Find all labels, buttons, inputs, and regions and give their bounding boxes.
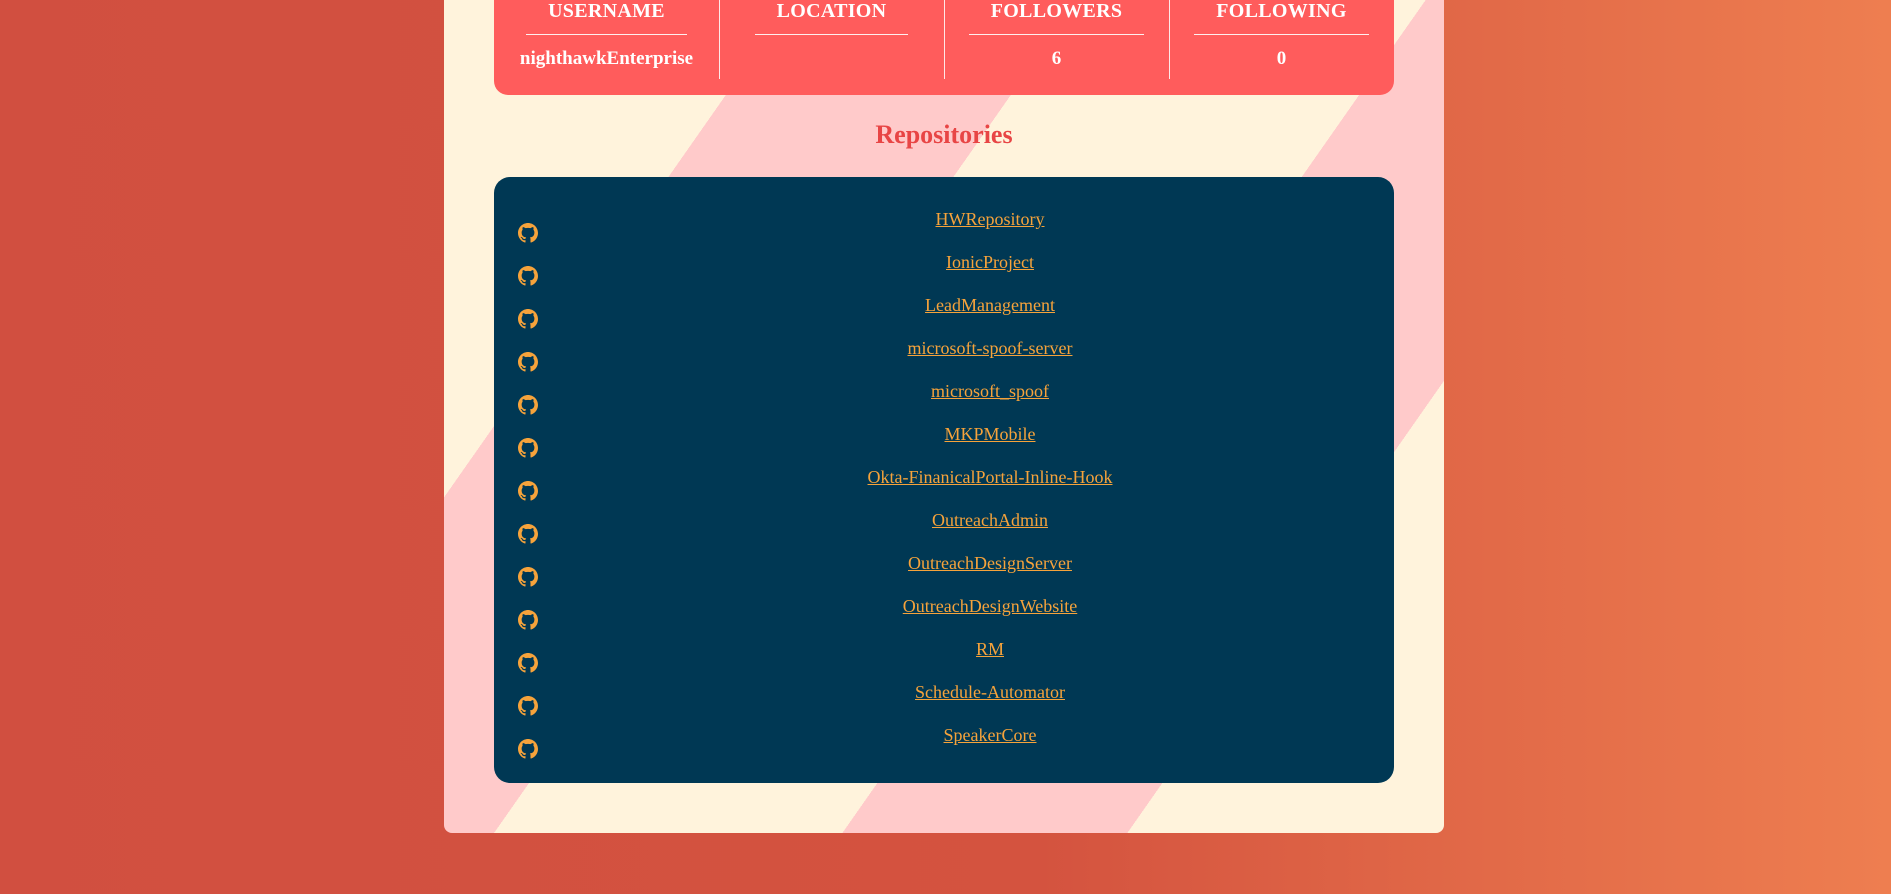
github-icon xyxy=(518,395,538,415)
repo-link[interactable]: OutreachDesignWebsite xyxy=(903,595,1078,617)
stat-following: FOLLOWING 0 xyxy=(1169,0,1394,95)
github-icon xyxy=(518,309,538,329)
repo-list-item: SpeakerCore xyxy=(494,724,1394,767)
stat-value-followers: 6 xyxy=(1051,48,1062,69)
repo-link[interactable]: RM xyxy=(976,638,1004,660)
repo-list-item: OutreachDesignServer xyxy=(494,552,1394,595)
github-icon xyxy=(518,223,538,243)
repo-link[interactable]: microsoft-spoof-server xyxy=(908,337,1073,359)
stat-location: LOCATION xyxy=(719,0,944,95)
github-icon xyxy=(518,352,538,372)
github-icon xyxy=(518,481,538,501)
github-icon xyxy=(518,524,538,544)
repo-list-item: LeadManagement xyxy=(494,294,1394,337)
repo-link[interactable]: microsoft_spoof xyxy=(931,380,1049,402)
stat-value-following: 0 xyxy=(1276,48,1287,69)
repo-link[interactable]: MKPMobile xyxy=(944,423,1035,445)
repositories-panel: HWRepository IonicProject LeadManagement… xyxy=(494,177,1394,783)
stat-label-following: FOLLOWING xyxy=(1194,0,1369,35)
repo-list-item: OutreachDesignWebsite xyxy=(494,595,1394,638)
repo-list-item: HWRepository xyxy=(494,208,1394,251)
repositories-heading: Repositories xyxy=(875,120,1013,149)
repositories-list: HWRepository IonicProject LeadManagement… xyxy=(494,177,1394,767)
stat-label-followers: FOLLOWERS xyxy=(968,0,1145,35)
profile-card: USERNAME nighthawkEnterprise LOCATION FO… xyxy=(444,0,1444,833)
repo-list-item: RM xyxy=(494,638,1394,681)
profile-stats: USERNAME nighthawkEnterprise LOCATION FO… xyxy=(494,0,1394,95)
repo-list-item: microsoft_spoof xyxy=(494,380,1394,423)
stat-label-location: LOCATION xyxy=(754,0,909,35)
github-icon xyxy=(518,610,538,630)
stat-label-username: USERNAME xyxy=(526,0,687,35)
repo-link[interactable]: HWRepository xyxy=(936,208,1045,230)
stat-value-username: nighthawkEnterprise xyxy=(519,48,694,69)
github-icon xyxy=(518,653,538,673)
repo-list-item: microsoft-spoof-server xyxy=(494,337,1394,380)
repo-list-item: IonicProject xyxy=(494,251,1394,294)
repo-list-item: MKPMobile xyxy=(494,423,1394,466)
repo-link[interactable]: LeadManagement xyxy=(925,294,1055,316)
stat-username: USERNAME nighthawkEnterprise xyxy=(494,0,719,95)
repo-list-item: Okta-FinanicalPortal-Inline-Hook xyxy=(494,466,1394,509)
github-icon xyxy=(518,567,538,587)
repo-link[interactable]: SpeakerCore xyxy=(944,724,1037,746)
repo-link[interactable]: Okta-FinanicalPortal-Inline-Hook xyxy=(868,466,1113,488)
github-icon xyxy=(518,739,538,759)
repo-link[interactable]: IonicProject xyxy=(946,251,1034,273)
repo-link[interactable]: OutreachAdmin xyxy=(932,509,1048,531)
repo-link[interactable]: OutreachDesignServer xyxy=(908,552,1072,574)
stat-followers: FOLLOWERS 6 xyxy=(944,0,1169,95)
repo-link[interactable]: Schedule-Automator xyxy=(915,681,1065,703)
repo-list-item: Schedule-Automator xyxy=(494,681,1394,724)
repo-list-item: OutreachAdmin xyxy=(494,509,1394,552)
github-icon xyxy=(518,266,538,286)
github-icon xyxy=(518,438,538,458)
github-icon xyxy=(518,696,538,716)
